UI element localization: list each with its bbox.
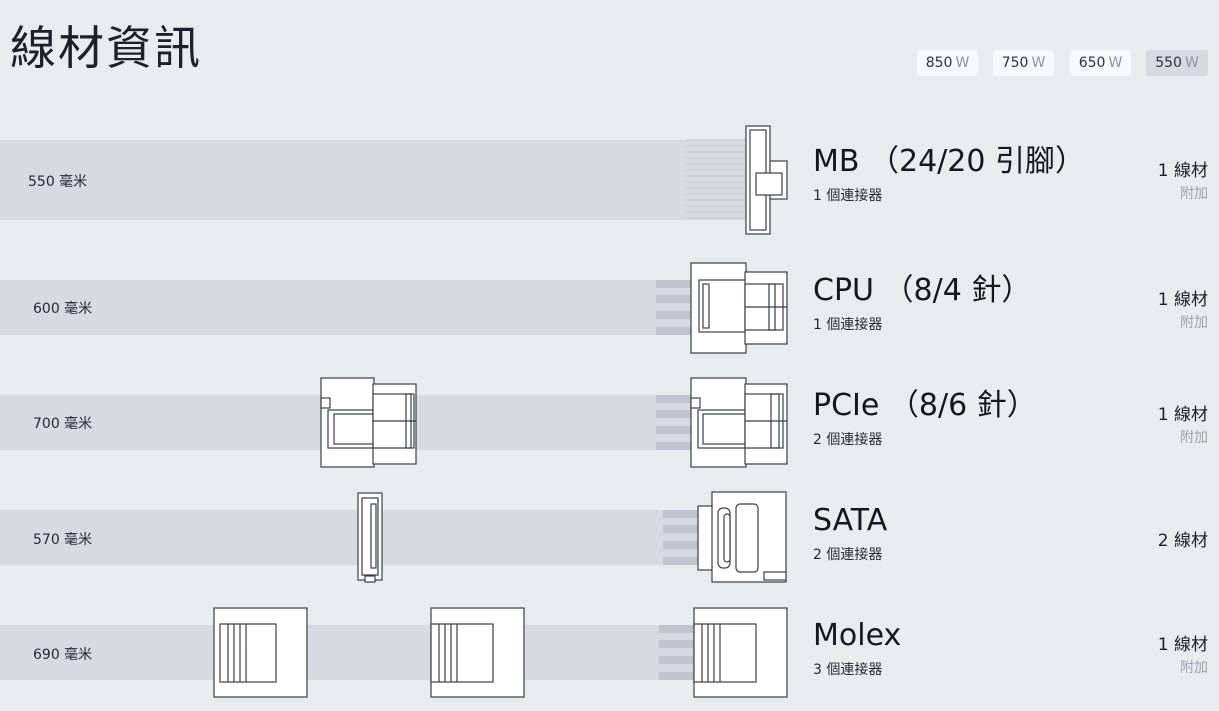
- cable-length: 690 毫米: [33, 647, 93, 663]
- cable-row-sata: 570 毫米 SATA 2 個連接器 2 線材: [0, 490, 1219, 586]
- cable-length: 550 毫米: [28, 174, 88, 190]
- cable-name: MB （24/20 引腳）: [813, 144, 1085, 179]
- cable-quantity: 2 線材: [1157, 531, 1208, 551]
- cable-name: Molex: [813, 618, 902, 653]
- cable-tag: 附加: [1180, 660, 1208, 676]
- cable-name: SATA: [813, 503, 888, 538]
- connector-count: 3 個連接器: [813, 662, 883, 678]
- wattage-selector: 850 W 750 W 650 W 550 W: [0, 50, 1219, 77]
- cable-length: 700 毫米: [33, 416, 93, 432]
- cable-quantity: 1 線材: [1157, 635, 1208, 655]
- connector-count: 2 個連接器: [813, 547, 883, 563]
- connector-count: 1 個連接器: [813, 188, 883, 204]
- wire-pins: [659, 625, 695, 680]
- wattage-tab-550[interactable]: 550 W: [1146, 50, 1208, 76]
- cable-name: PCIe （8/6 針）: [813, 388, 1037, 423]
- cable-tag: 附加: [1180, 315, 1208, 331]
- cable-row-mb: 550 毫米 MB （24/20 引腳） 1 個連接器 1 線材 附加: [0, 125, 1219, 237]
- wattage-unit: W: [955, 55, 970, 71]
- cable-tag: 附加: [1180, 186, 1208, 202]
- cable-length: 570 毫米: [33, 532, 93, 548]
- wattage-unit: W: [1108, 55, 1123, 71]
- cable-tag: 附加: [1180, 430, 1208, 446]
- cable-quantity: 1 線材: [1157, 290, 1208, 310]
- cable-name: CPU （8/4 針）: [813, 273, 1032, 308]
- wattage-unit: W: [1031, 55, 1046, 71]
- mb-connector-icon: [686, 125, 788, 235]
- cable-band: [0, 625, 696, 680]
- cable-quantity: 1 線材: [1157, 161, 1208, 181]
- molex-connector-icon: [213, 607, 308, 698]
- sata-connector-icon: [697, 491, 787, 583]
- wire-pins: [656, 280, 692, 335]
- sata-connector-icon: [357, 492, 383, 583]
- molex-connector-icon: [430, 607, 525, 698]
- cable-band: [0, 140, 748, 220]
- wattage-value: 850: [925, 55, 953, 71]
- cable-quantity: 1 線材: [1157, 405, 1208, 425]
- pcie-connector-icon: [320, 377, 417, 468]
- wattage-tab-750[interactable]: 750 W: [993, 50, 1054, 76]
- pcie-connector-icon: [690, 377, 788, 468]
- wattage-value: 750: [1001, 55, 1029, 71]
- wattage-tab-650[interactable]: 650 W: [1070, 50, 1131, 76]
- connector-count: 2 個連接器: [813, 432, 883, 448]
- wattage-value: 550: [1155, 55, 1182, 71]
- cpu-connector-icon: [690, 262, 788, 354]
- molex-connector-icon: [693, 607, 788, 698]
- cable-length: 600 毫米: [33, 301, 93, 317]
- cable-band: [0, 280, 692, 335]
- connector-count: 1 個連接器: [813, 317, 883, 333]
- cable-row-cpu: 600 毫米 CPU （8/4 針） 1 個連接器 1 線材 附加: [0, 262, 1219, 356]
- wattage-value: 650: [1078, 55, 1106, 71]
- wattage-unit: W: [1184, 55, 1199, 71]
- wire-pins: [656, 395, 692, 450]
- cable-row-molex: 690 毫米 Molex 3 個連接器 1 線材 附加: [0, 604, 1219, 704]
- wattage-tab-850[interactable]: 850 W: [917, 50, 978, 76]
- cable-row-pcie: 700 毫米 PCIe （8/6 針） 2 個連接器 1 線材 附加: [0, 376, 1219, 470]
- wire-pins: [663, 510, 699, 565]
